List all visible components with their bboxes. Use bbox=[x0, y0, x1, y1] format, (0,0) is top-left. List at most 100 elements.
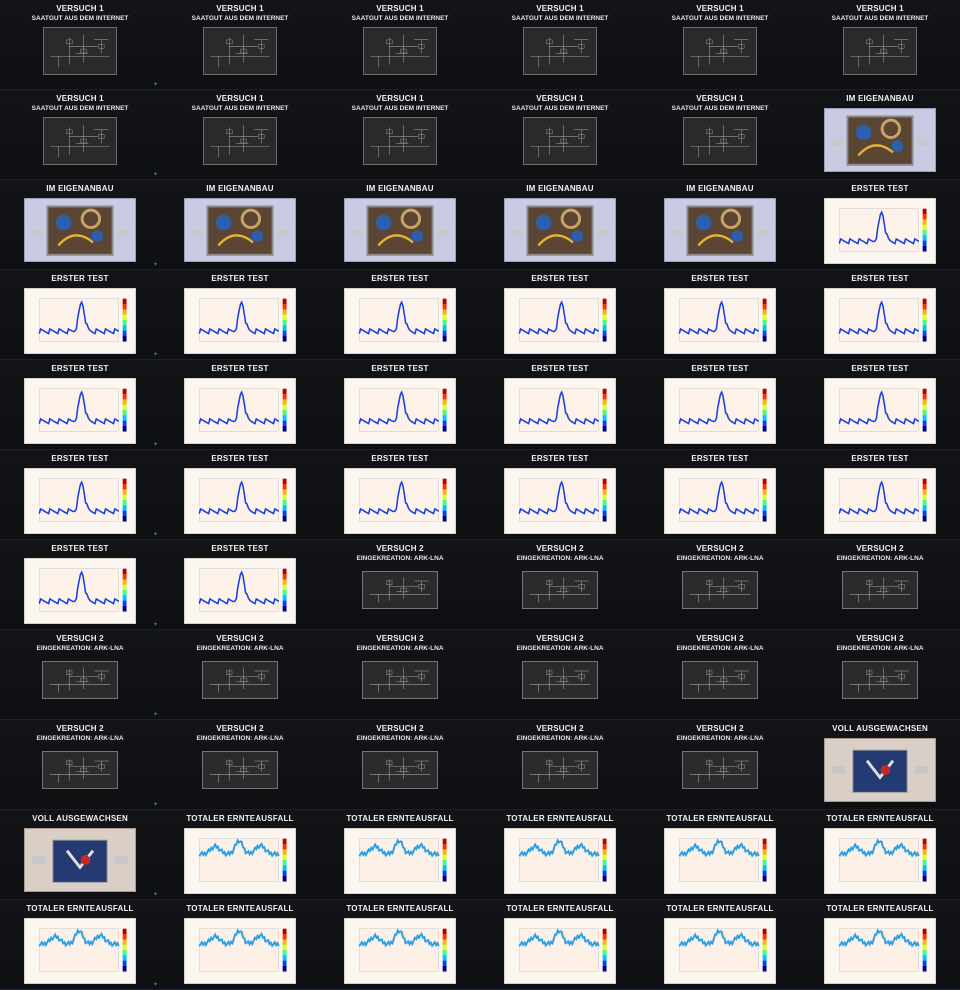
slide-subtitle: EINGEKREATION: ARK-LNA bbox=[676, 735, 764, 742]
slide-thumbnail[interactable]: ERSTER TEST bbox=[160, 450, 320, 540]
spectrum-plot-image bbox=[358, 298, 447, 342]
slide-subtitle: EINGEKREATION: ARK-LNA bbox=[356, 645, 444, 652]
slide-thumbnail[interactable]: TOTALER ERNTEAUSFALL bbox=[480, 810, 640, 900]
slide-thumbnail[interactable]: VERSUCH 1 SAATGUT AUS DEM INTERNET bbox=[160, 90, 320, 180]
slide-image bbox=[202, 661, 278, 699]
slide-thumbnail[interactable]: ERSTER TEST ✦ bbox=[0, 540, 160, 630]
slide-thumbnail[interactable]: IM EIGENANBAU bbox=[800, 90, 960, 180]
slide-thumbnail[interactable]: ERSTER TEST ✦ bbox=[0, 270, 160, 360]
link-icon: ✦ bbox=[152, 622, 158, 628]
slide-image bbox=[362, 571, 438, 609]
spectrum-plot-image bbox=[678, 388, 767, 432]
slide-title: VERSUCH 1 bbox=[376, 94, 424, 103]
slide-thumbnail[interactable]: TOTALER ERNTEAUSFALL bbox=[640, 810, 800, 900]
slide-thumbnail[interactable]: VERSUCH 2 EINGEKREATION: ARK-LNA bbox=[480, 630, 640, 720]
slide-title: VERSUCH 2 bbox=[216, 724, 264, 733]
slide-thumbnail[interactable]: VERSUCH 1 SAATGUT AUS DEM INTERNET bbox=[640, 0, 800, 90]
slide-thumbnail[interactable]: VERSUCH 1 SAATGUT AUS DEM INTERNET bbox=[160, 0, 320, 90]
slide-thumbnail[interactable]: ERSTER TEST bbox=[800, 360, 960, 450]
slide-thumbnail[interactable]: VERSUCH 2 EINGEKREATION: ARK-LNA bbox=[160, 630, 320, 720]
slide-thumbnail[interactable]: TOTALER ERNTEAUSFALL bbox=[640, 900, 800, 990]
slide-thumbnail[interactable]: ERSTER TEST ✦ bbox=[0, 360, 160, 450]
slide-thumbnail[interactable]: VERSUCH 2 EINGEKREATION: ARK-LNA bbox=[640, 630, 800, 720]
slide-thumbnail[interactable]: TOTALER ERNTEAUSFALL bbox=[160, 900, 320, 990]
slide-image bbox=[824, 738, 936, 802]
slide-image bbox=[824, 828, 936, 894]
slide-subtitle: EINGEKREATION: ARK-LNA bbox=[516, 735, 604, 742]
slide-thumbnail[interactable]: ERSTER TEST bbox=[800, 450, 960, 540]
slide-thumbnail[interactable]: VERSUCH 1 SAATGUT AUS DEM INTERNET ✦ bbox=[0, 90, 160, 180]
slide-thumbnail[interactable]: VERSUCH 2 EINGEKREATION: ARK-LNA bbox=[480, 720, 640, 810]
slide-thumbnail[interactable]: VERSUCH 2 EINGEKREATION: ARK-LNA bbox=[160, 720, 320, 810]
slide-thumbnail[interactable]: ERSTER TEST bbox=[640, 360, 800, 450]
slide-image bbox=[43, 27, 117, 75]
slide-thumbnail[interactable]: IM EIGENANBAU ✦ bbox=[0, 180, 160, 270]
slide-image bbox=[842, 661, 918, 699]
slide-image bbox=[24, 828, 136, 892]
slide-thumbnail[interactable]: ERSTER TEST bbox=[160, 540, 320, 630]
slide-thumbnail[interactable]: TOTALER ERNTEAUSFALL bbox=[320, 810, 480, 900]
slide-thumbnail[interactable]: ERSTER TEST bbox=[640, 270, 800, 360]
slide-thumbnail[interactable]: ERSTER TEST bbox=[320, 360, 480, 450]
slide-thumbnail[interactable]: TOTALER ERNTEAUSFALL bbox=[480, 900, 640, 990]
slide-thumbnail[interactable]: TOTALER ERNTEAUSFALL bbox=[800, 900, 960, 990]
slide-thumbnail[interactable]: VOLL AUSGEWACHSEN ✦ bbox=[0, 810, 160, 900]
slide-image bbox=[184, 918, 296, 984]
slide-thumbnail[interactable]: VERSUCH 1 SAATGUT AUS DEM INTERNET bbox=[480, 0, 640, 90]
slide-thumbnail[interactable]: TOTALER ERNTEAUSFALL ✦ bbox=[0, 900, 160, 990]
slide-title: VERSUCH 1 bbox=[56, 4, 104, 13]
slide-thumbnail[interactable]: ERSTER TEST bbox=[320, 270, 480, 360]
slide-title: IM EIGENANBAU bbox=[206, 184, 274, 193]
slide-image bbox=[363, 117, 437, 165]
slide-thumbnail[interactable]: ERSTER TEST bbox=[160, 360, 320, 450]
slide-thumbnail[interactable]: VERSUCH 2 EINGEKREATION: ARK-LNA bbox=[320, 540, 480, 630]
slide-thumbnail[interactable]: VERSUCH 1 SAATGUT AUS DEM INTERNET bbox=[800, 0, 960, 90]
slide-image bbox=[184, 198, 296, 262]
schematic-drawing bbox=[49, 667, 111, 693]
slide-subtitle: SAATGUT AUS DEM INTERNET bbox=[671, 105, 769, 112]
slide-thumbnail[interactable]: VERSUCH 1 SAATGUT AUS DEM INTERNET bbox=[320, 90, 480, 180]
slide-thumbnail[interactable]: TOTALER ERNTEAUSFALL bbox=[160, 810, 320, 900]
slide-subtitle: EINGEKREATION: ARK-LNA bbox=[36, 645, 124, 652]
slide-thumbnail[interactable]: ERSTER TEST bbox=[480, 450, 640, 540]
slide-title: ERSTER TEST bbox=[851, 274, 909, 283]
slide-thumbnail[interactable]: VERSUCH 2 EINGEKREATION: ARK-LNA bbox=[480, 540, 640, 630]
slide-thumbnail[interactable]: VERSUCH 1 SAATGUT AUS DEM INTERNET bbox=[640, 90, 800, 180]
slide-thumbnail[interactable]: ERSTER TEST bbox=[800, 180, 960, 270]
slide-subtitle: EINGEKREATION: ARK-LNA bbox=[516, 645, 604, 652]
slide-thumbnail[interactable]: VERSUCH 2 EINGEKREATION: ARK-LNA ✦ bbox=[0, 630, 160, 720]
slide-thumbnail[interactable]: TOTALER ERNTEAUSFALL bbox=[320, 900, 480, 990]
slide-thumbnail[interactable]: TOTALER ERNTEAUSFALL bbox=[800, 810, 960, 900]
slide-thumbnail[interactable]: ERSTER TEST ✦ bbox=[0, 450, 160, 540]
slide-thumbnail[interactable]: ERSTER TEST bbox=[480, 270, 640, 360]
slide-thumbnail[interactable]: ERSTER TEST bbox=[800, 270, 960, 360]
slide-thumbnail[interactable]: VERSUCH 2 EINGEKREATION: ARK-LNA bbox=[320, 720, 480, 810]
slide-thumbnail[interactable]: VERSUCH 2 EINGEKREATION: ARK-LNA bbox=[640, 720, 800, 810]
slide-thumbnail[interactable]: IM EIGENANBAU bbox=[160, 180, 320, 270]
slide-thumbnail[interactable]: ERSTER TEST bbox=[640, 450, 800, 540]
slide-image bbox=[504, 198, 616, 262]
slide-thumbnail[interactable]: ERSTER TEST bbox=[160, 270, 320, 360]
slide-thumbnail[interactable]: ERSTER TEST bbox=[320, 450, 480, 540]
slide-image bbox=[523, 117, 597, 165]
slide-thumbnail[interactable]: VERSUCH 2 EINGEKREATION: ARK-LNA bbox=[640, 540, 800, 630]
slide-thumbnail[interactable]: VERSUCH 1 SAATGUT AUS DEM INTERNET bbox=[320, 0, 480, 90]
spectrum-plot-image bbox=[198, 928, 287, 972]
slide-title: IM EIGENANBAU bbox=[366, 184, 434, 193]
slide-image bbox=[344, 468, 456, 534]
spectrum-plot-image bbox=[518, 388, 607, 432]
slide-thumbnail[interactable]: VERSUCH 1 SAATGUT AUS DEM INTERNET ✦ bbox=[0, 0, 160, 90]
slide-title: ERSTER TEST bbox=[531, 364, 589, 373]
slide-thumbnail[interactable]: VERSUCH 2 EINGEKREATION: ARK-LNA ✦ bbox=[0, 720, 160, 810]
slide-subtitle: EINGEKREATION: ARK-LNA bbox=[196, 645, 284, 652]
slide-thumbnail[interactable]: IM EIGENANBAU bbox=[640, 180, 800, 270]
slide-thumbnail[interactable]: ERSTER TEST bbox=[480, 360, 640, 450]
spectrum-plot-image bbox=[838, 388, 927, 432]
slide-thumbnail[interactable]: VOLL AUSGEWACHSEN bbox=[800, 720, 960, 810]
slide-thumbnail[interactable]: VERSUCH 2 EINGEKREATION: ARK-LNA bbox=[800, 540, 960, 630]
slide-thumbnail[interactable]: IM EIGENANBAU bbox=[320, 180, 480, 270]
slide-thumbnail[interactable]: VERSUCH 1 SAATGUT AUS DEM INTERNET bbox=[480, 90, 640, 180]
slide-thumbnail[interactable]: VERSUCH 2 EINGEKREATION: ARK-LNA bbox=[800, 630, 960, 720]
slide-thumbnail[interactable]: VERSUCH 2 EINGEKREATION: ARK-LNA bbox=[320, 630, 480, 720]
slide-thumbnail[interactable]: IM EIGENANBAU bbox=[480, 180, 640, 270]
